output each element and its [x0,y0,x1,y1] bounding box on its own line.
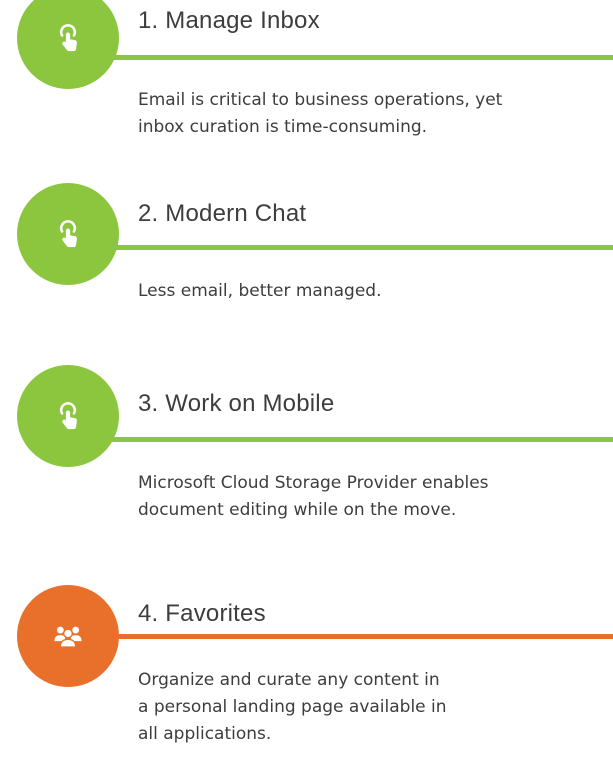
feature-title: 4. Favorites [138,600,266,627]
users-group-icon [54,626,82,648]
touch-hand-icon [59,402,77,430]
feature-description: Organize and curate any content in a per… [138,670,447,744]
feature-circle[interactable] [17,585,119,687]
feature-description: Microsoft Cloud Storage Provider enables… [138,473,489,520]
touch-hand-icon [59,220,77,248]
divider-rule [110,437,613,442]
divider-rule [110,634,613,639]
feature-title: 1. Manage Inbox [138,7,320,34]
feature-circle[interactable] [17,0,119,89]
divider-rule [110,55,613,60]
touch-hand-icon [59,24,77,52]
feature-title: 2. Modern Chat [138,200,307,227]
divider-rule [110,245,613,250]
feature-description: Less email, better managed. [138,281,382,301]
feature-title: 3. Work on Mobile [138,390,335,417]
feature-circle[interactable] [17,365,119,467]
feature-description: Email is critical to business operations… [138,90,503,137]
feature-circle[interactable] [17,183,119,285]
